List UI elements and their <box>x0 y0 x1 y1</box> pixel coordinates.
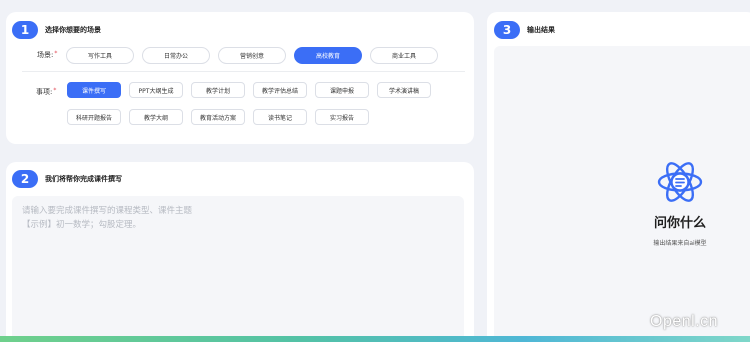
scene-chip-marketing[interactable]: 营销创意 <box>218 47 286 64</box>
scene-chip-office[interactable]: 日常办公 <box>142 47 210 64</box>
output-display <box>494 46 750 342</box>
scene-label-text: 场景: <box>37 51 54 59</box>
placeholder-line-2: 【示例】初一数学；勾股定理。 <box>22 220 142 230</box>
task-label: 事项:* <box>36 87 56 97</box>
task-chip-edu-activity[interactable]: 教育活动方案 <box>191 109 245 125</box>
step3-header: 3 输出结果 <box>494 21 555 39</box>
task-chip-internship-report[interactable]: 实习报告 <box>315 109 369 125</box>
step3-number-badge: 3 <box>494 21 520 39</box>
task-chip-teaching-plan[interactable]: 教学计划 <box>191 82 245 98</box>
task-chip-academic-speech[interactable]: 学术演讲稿 <box>377 82 431 98</box>
task-chip-project-apply[interactable]: 课题申报 <box>315 82 369 98</box>
step2-header: 2 我们将帮你完成课件撰写 <box>12 170 122 188</box>
scene-label: 场景:* <box>37 50 57 60</box>
task-chip-reading-notes[interactable]: 读书笔记 <box>253 109 307 125</box>
task-chip-research-proposal[interactable]: 科研开题报告 <box>67 109 121 125</box>
scene-chip-education[interactable]: 高校教育 <box>294 47 362 64</box>
step2-number-badge: 2 <box>12 170 38 188</box>
prompt-textarea[interactable]: 请输入要完成课件撰写的课程类型、课件主题 【示例】初一数学；勾股定理。 <box>12 196 464 342</box>
step1-number-badge: 1 <box>12 21 38 39</box>
scene-chip-writing[interactable]: 写作工具 <box>66 47 134 64</box>
watermark: Openl.cn <box>650 313 719 330</box>
task-chip-syllabus[interactable]: 教学大纲 <box>129 109 183 125</box>
task-label-text: 事项: <box>36 88 53 96</box>
section-divider <box>22 71 465 72</box>
step1-title: 选择你想要的场景 <box>45 26 101 34</box>
task-chip-ppt-outline[interactable]: PPT大纲生成 <box>129 82 183 98</box>
output-title: 问你什么 <box>653 216 706 231</box>
required-mark: * <box>54 50 58 57</box>
task-chip-courseware[interactable]: 课件撰写 <box>67 82 121 98</box>
step3-title: 输出结果 <box>527 26 555 34</box>
placeholder-line-1: 请输入要完成课件撰写的课程类型、课件主题 <box>22 206 193 216</box>
atom-icon <box>657 162 703 202</box>
bottom-gradient-bar <box>0 336 750 342</box>
scene-chip-business[interactable]: 商业工具 <box>370 47 438 64</box>
step2-title: 我们将帮你完成课件撰写 <box>45 175 122 183</box>
output-subtitle: 输出结果来自ai模型 <box>653 240 707 247</box>
required-mark: * <box>53 87 57 94</box>
step1-header: 1 选择你想要的场景 <box>12 21 101 39</box>
task-chip-teaching-eval[interactable]: 教学评估总结 <box>253 82 307 98</box>
